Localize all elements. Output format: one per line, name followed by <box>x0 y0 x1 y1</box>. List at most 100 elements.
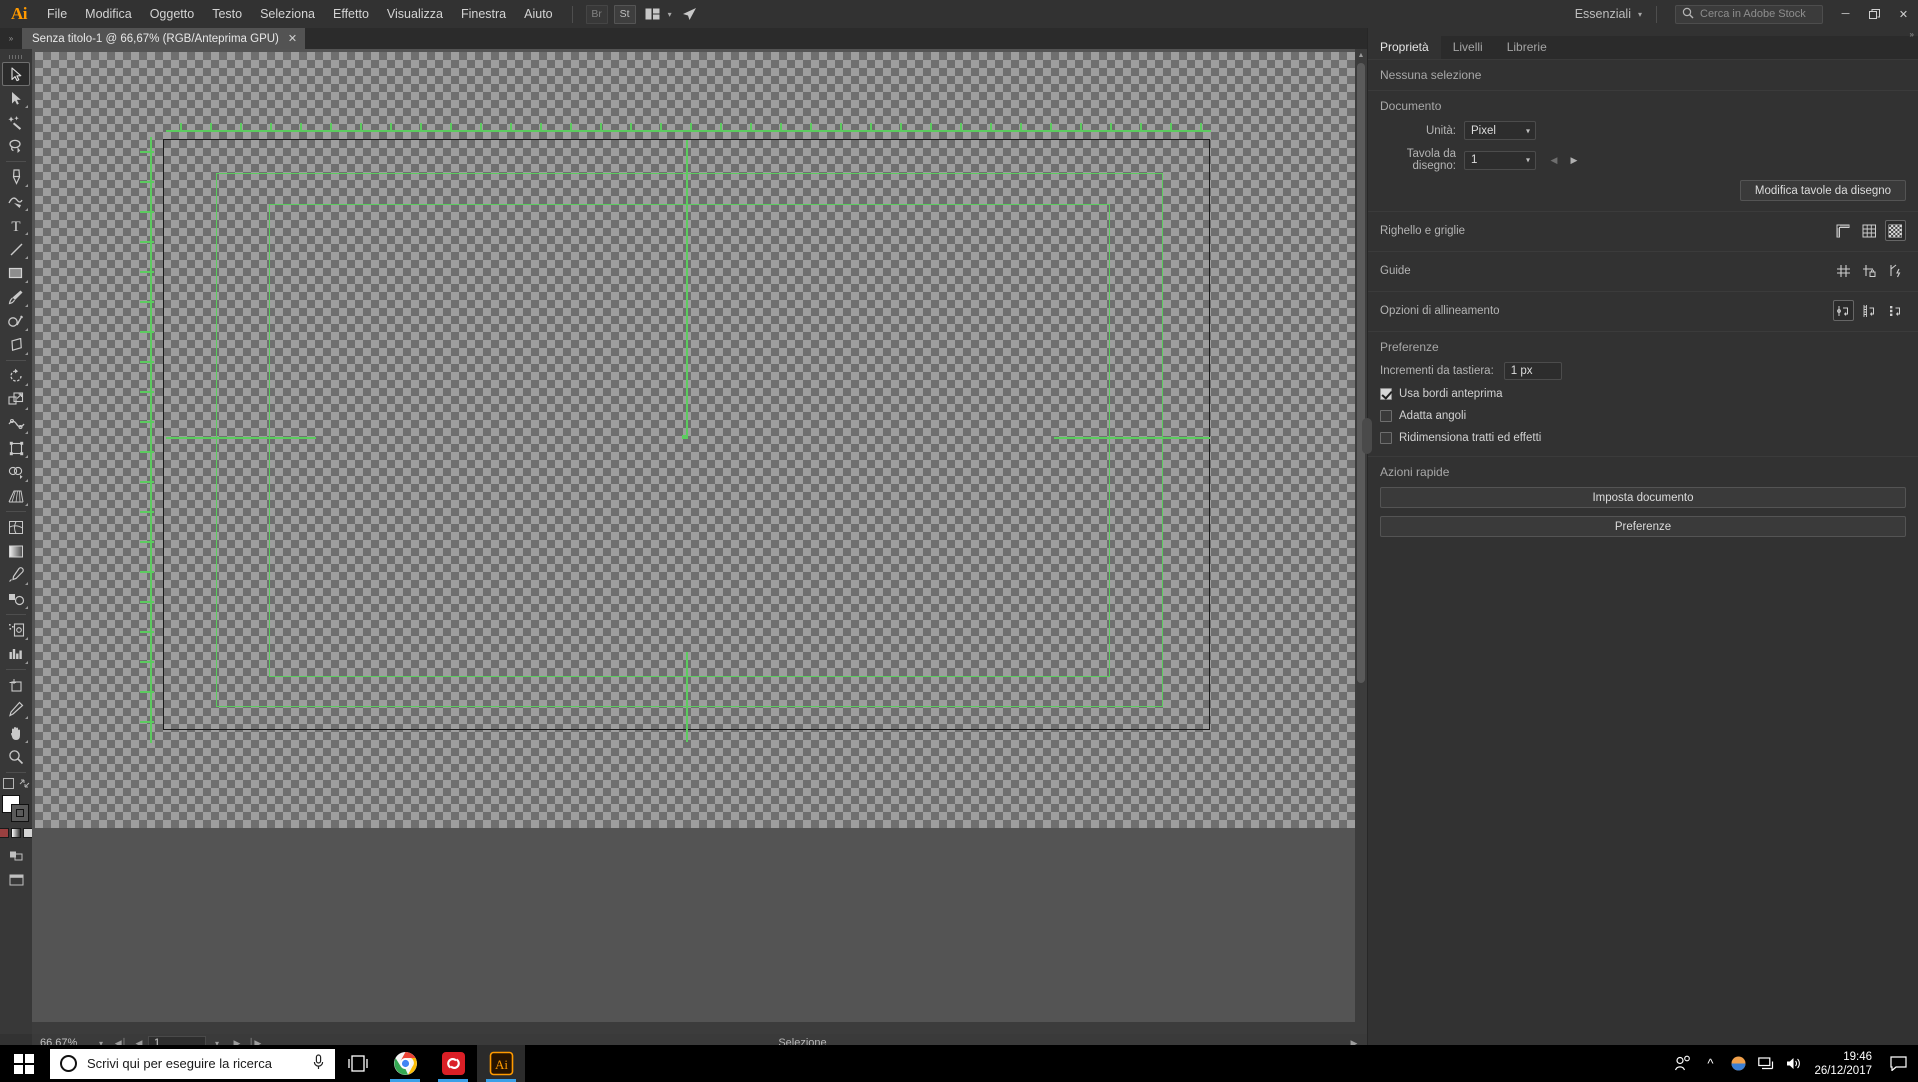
slice-tool[interactable] <box>2 697 30 721</box>
gradient-tool[interactable] <box>2 539 30 563</box>
symbol-sprayer-tool[interactable] <box>2 618 30 642</box>
canvas-horizontal-scrollbar[interactable] <box>32 1022 1367 1034</box>
selection-tool[interactable] <box>2 62 30 86</box>
menu-file[interactable]: File <box>38 0 76 28</box>
close-button[interactable]: ✕ <box>1889 0 1918 28</box>
eraser-tool[interactable] <box>2 333 30 357</box>
lasso-tool[interactable] <box>2 134 30 158</box>
mesh-tool[interactable] <box>2 515 30 539</box>
canvas-area[interactable]: ▲ ▼ <box>32 49 1367 1034</box>
action-center-icon[interactable] <box>1882 1045 1914 1082</box>
menu-aiuto[interactable]: Aiuto <box>515 0 562 28</box>
taskbar-app-adobe-creative-cloud[interactable] <box>429 1045 477 1082</box>
previous-artboard-button[interactable]: ◀ <box>1546 151 1562 169</box>
unit-select[interactable]: Pixel ▾ <box>1464 121 1536 140</box>
imposta-documento-button[interactable]: Imposta documento <box>1380 487 1906 508</box>
tab-proprieta[interactable]: Proprietà <box>1368 35 1441 59</box>
pen-tool[interactable] <box>2 165 30 189</box>
shaper-tool[interactable] <box>2 309 30 333</box>
tab-librerie[interactable]: Librerie <box>1495 35 1559 59</box>
blend-tool[interactable] <box>2 587 30 611</box>
artboard-select[interactable]: 1 ▾ <box>1464 150 1536 170</box>
scale-tool[interactable] <box>2 388 30 412</box>
show-hidden-icons-icon[interactable]: ^ <box>1696 1045 1724 1082</box>
stock-icon[interactable]: St <box>613 4 636 24</box>
smart-guides-icon[interactable] <box>1885 260 1906 281</box>
perspective-grid-tool[interactable] <box>2 484 30 508</box>
checkbox-usa-bordi-anteprima[interactable]: Usa bordi anteprima <box>1380 388 1906 400</box>
canvas-scroll-thumb[interactable] <box>1357 63 1365 683</box>
align-to-grid-icon[interactable] <box>1859 300 1880 321</box>
direct-selection-tool[interactable] <box>2 86 30 110</box>
color-button[interactable] <box>0 828 9 838</box>
artboard-tool[interactable] <box>2 673 30 697</box>
screen-mode-icon[interactable] <box>2 868 30 892</box>
rectangle-tool[interactable] <box>2 261 30 285</box>
toolbar-collapse-icon[interactable]: » <box>0 28 22 49</box>
people-icon[interactable] <box>1668 1045 1696 1082</box>
task-view-icon[interactable] <box>335 1045 381 1082</box>
menu-visualizza[interactable]: Visualizza <box>378 0 452 28</box>
document-tab[interactable]: Senza titolo-1 @ 66,67% (RGB/Anteprima G… <box>22 28 307 49</box>
menu-testo[interactable]: Testo <box>203 0 251 28</box>
curvature-tool[interactable] <box>2 189 30 213</box>
toolbar-grip[interactable] <box>7 52 25 62</box>
stroke-swatch[interactable] <box>11 804 29 822</box>
align-to-point-icon[interactable] <box>1833 300 1854 321</box>
hand-tool[interactable] <box>2 721 30 745</box>
edit-artboards-button[interactable]: Modifica tavole da disegno <box>1740 180 1906 201</box>
menu-seleziona[interactable]: Seleziona <box>251 0 324 28</box>
taskbar-app-google-chrome[interactable] <box>381 1045 429 1082</box>
default-screen-mode-icon[interactable] <box>2 778 14 789</box>
arrange-icon[interactable] <box>19 778 30 789</box>
magic-wand-tool[interactable] <box>2 110 30 134</box>
column-graph-tool[interactable] <box>2 642 30 666</box>
network-icon[interactable] <box>1752 1045 1780 1082</box>
workspace-chevron-down-icon[interactable]: ▾ <box>1638 10 1642 19</box>
panel-collapse-icon[interactable]: » <box>1910 30 1914 39</box>
drawing-modes-icon[interactable] <box>2 844 30 868</box>
checkbox-adatta-angoli[interactable]: Adatta angoli <box>1380 410 1906 422</box>
taskbar-app-adobe-illustrator[interactable]: Ai <box>477 1045 525 1082</box>
free-transform-tool[interactable] <box>2 436 30 460</box>
menu-modifica[interactable]: Modifica <box>76 0 141 28</box>
gradient-button[interactable] <box>11 828 21 838</box>
minimize-button[interactable]: ─ <box>1831 0 1860 28</box>
checkbox-box[interactable] <box>1380 388 1392 400</box>
stock-search-box[interactable] <box>1675 4 1823 24</box>
panel-resize-grip[interactable] <box>1362 418 1372 454</box>
tab-livelli[interactable]: Livelli <box>1441 35 1495 59</box>
preferenze-button[interactable]: Preferenze <box>1380 516 1906 537</box>
paintbrush-tool[interactable] <box>2 285 30 309</box>
taskbar-search-box[interactable]: Scrivi qui per eseguire la ricerca <box>50 1048 335 1079</box>
microphone-icon[interactable] <box>312 1053 325 1074</box>
checkbox-box[interactable] <box>1380 432 1392 444</box>
zoom-tool[interactable] <box>2 745 30 769</box>
show-grid-icon[interactable] <box>1859 220 1880 241</box>
fill-stroke-swatches[interactable] <box>1 794 31 824</box>
show-guides-icon[interactable] <box>1833 260 1854 281</box>
checkbox-ridimensiona-tratti[interactable]: Ridimensiona tratti ed effetti <box>1380 432 1906 444</box>
clock[interactable]: 19:46 26/12/2017 <box>1808 1050 1882 1078</box>
next-artboard-button[interactable]: ▶ <box>1566 151 1582 169</box>
lock-guides-icon[interactable] <box>1859 260 1880 281</box>
cloud-icon[interactable] <box>1724 1045 1752 1082</box>
menu-effetto[interactable]: Effetto <box>324 0 378 28</box>
shape-builder-tool[interactable] <box>2 460 30 484</box>
bridge-icon[interactable]: Br <box>585 4 608 24</box>
document-tab-close-icon[interactable]: ✕ <box>288 32 297 45</box>
windows-start-icon[interactable] <box>0 1045 48 1082</box>
maximize-button[interactable] <box>1860 0 1889 28</box>
arrange-documents-icon[interactable] <box>642 5 664 24</box>
menu-oggetto[interactable]: Oggetto <box>141 0 203 28</box>
show-transparency-grid-icon[interactable] <box>1885 220 1906 241</box>
checkbox-box[interactable] <box>1380 410 1392 422</box>
canvas-vertical-scrollbar[interactable]: ▲ ▼ <box>1355 49 1367 1034</box>
menu-finestra[interactable]: Finestra <box>452 0 515 28</box>
align-to-pixel-icon[interactable] <box>1885 300 1906 321</box>
line-segment-tool[interactable] <box>2 237 30 261</box>
home-icon[interactable] <box>679 5 701 24</box>
scroll-up-arrow-icon[interactable]: ▲ <box>1355 49 1367 61</box>
type-tool[interactable]: T <box>2 213 30 237</box>
keyboard-increment-field[interactable]: 1 px <box>1503 362 1562 380</box>
